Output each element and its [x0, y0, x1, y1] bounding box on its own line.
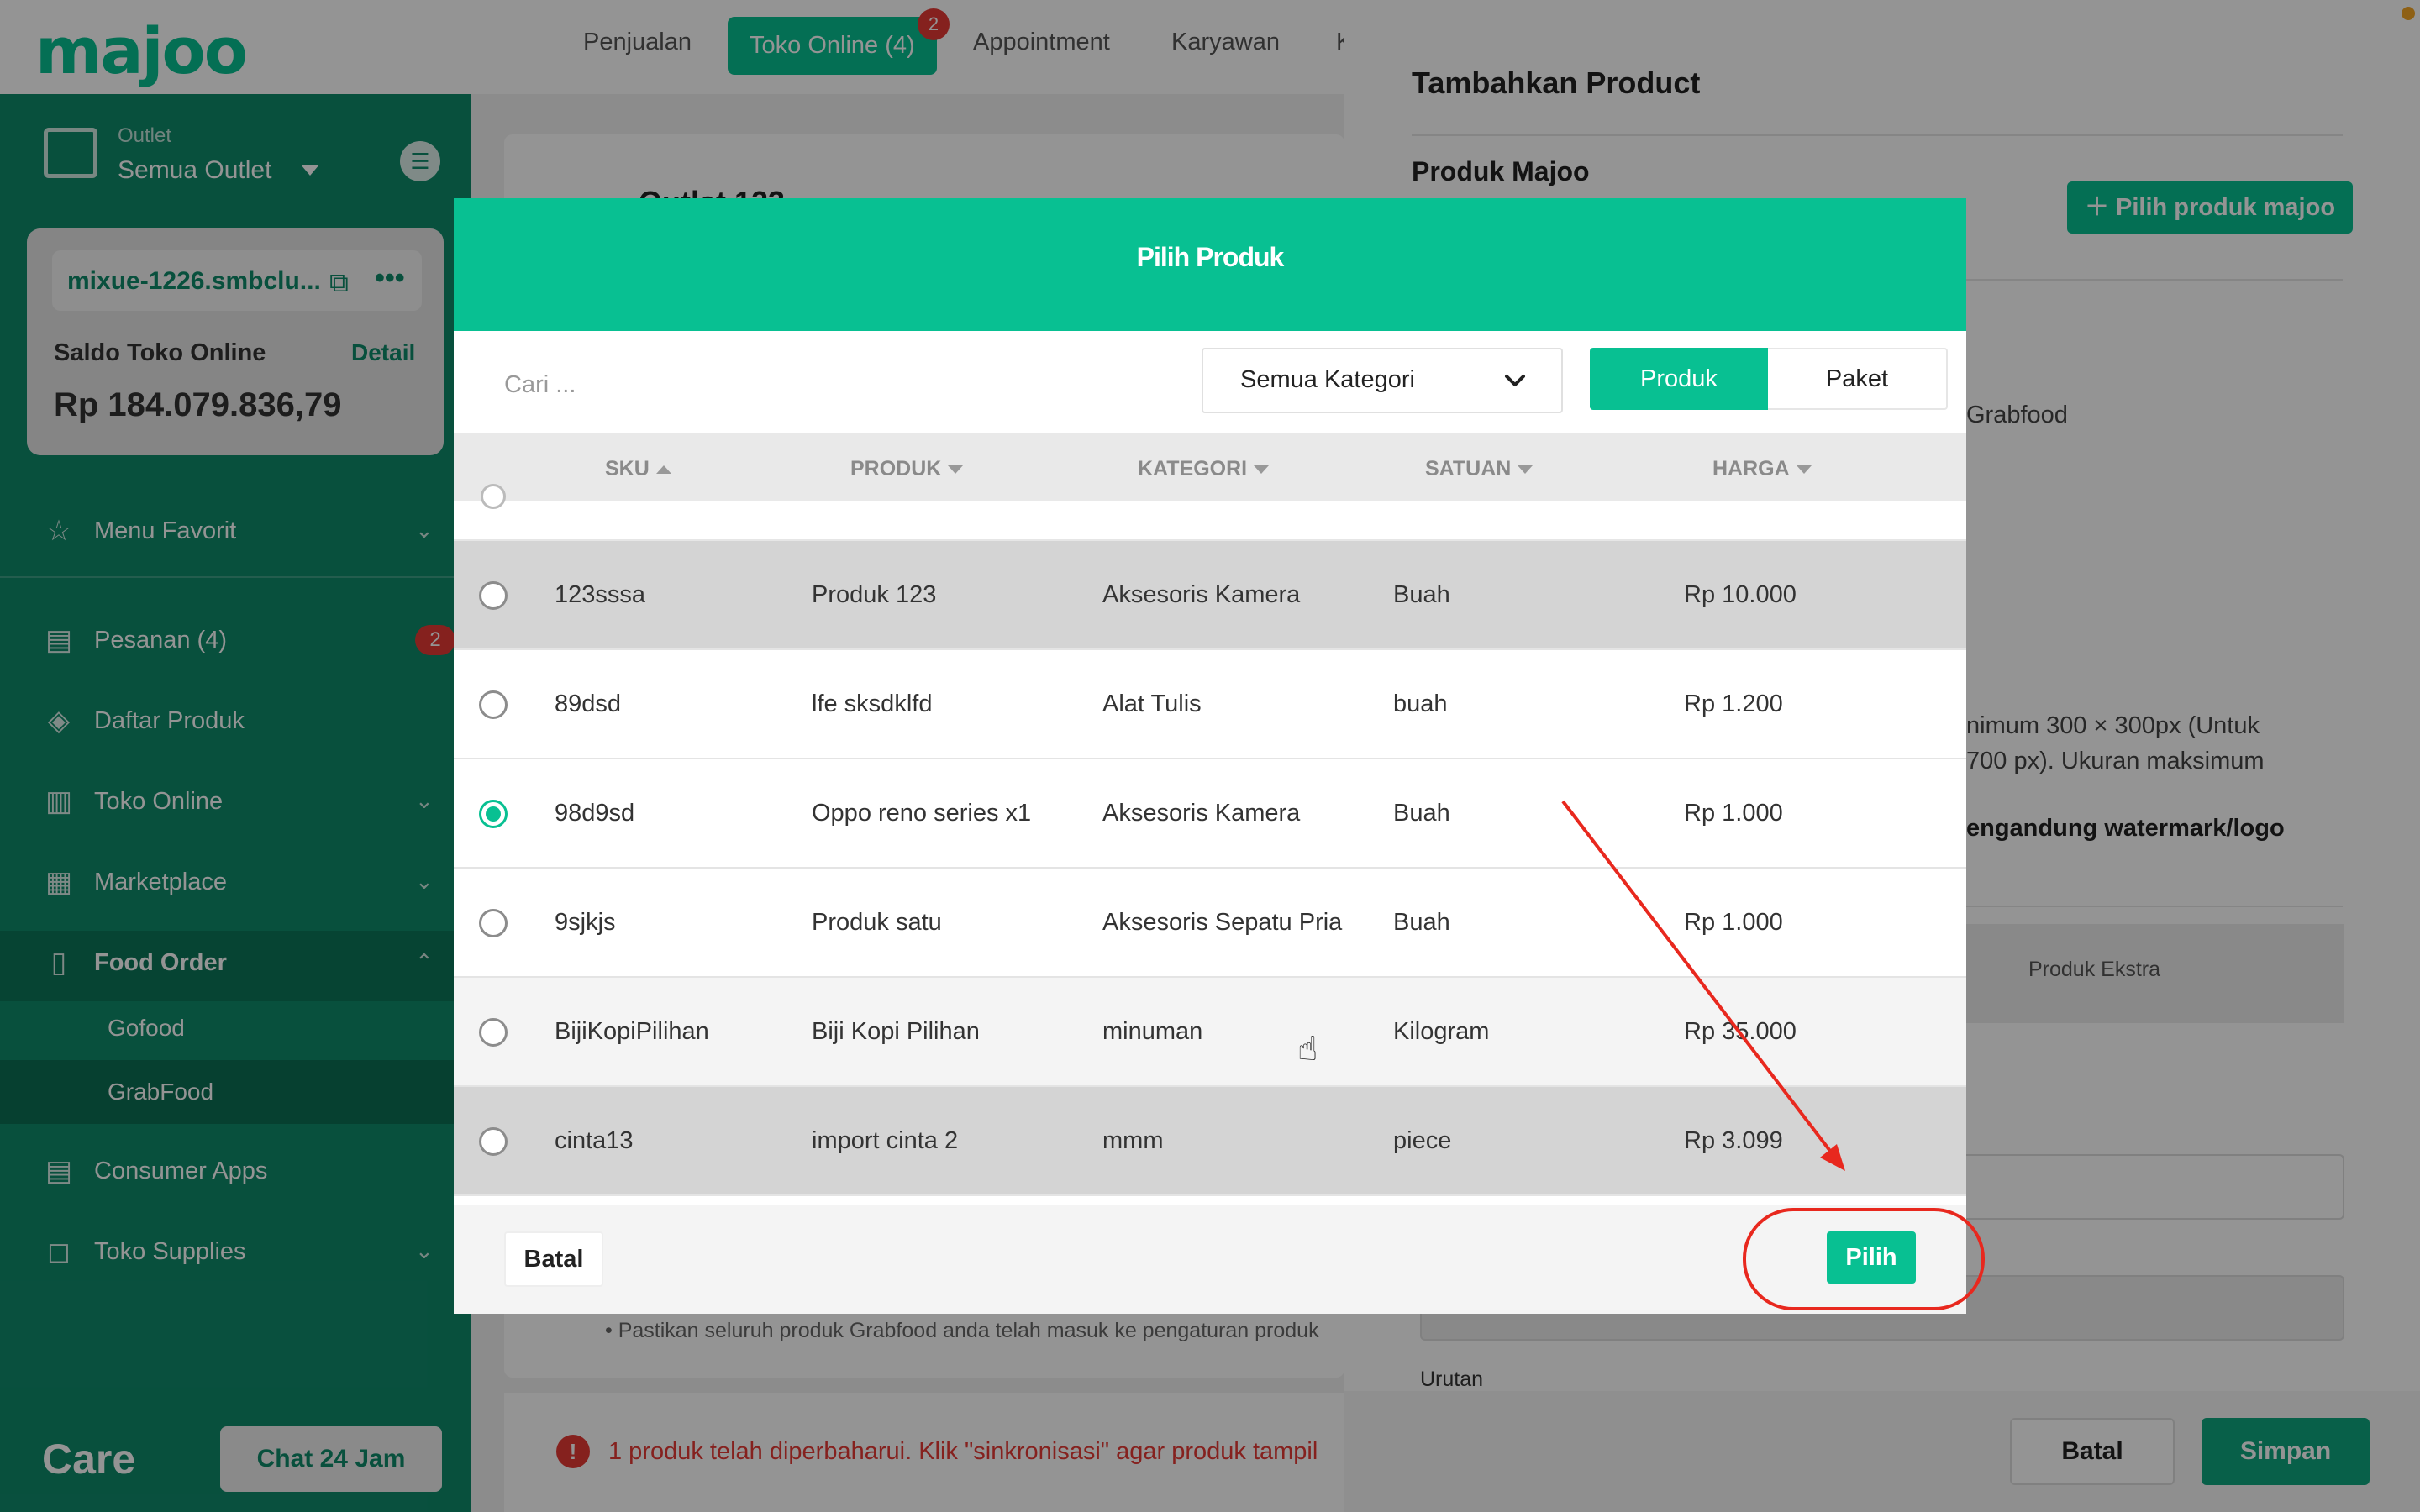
cell-satuan: Kilogram	[1393, 1018, 1490, 1045]
modal-cancel-button[interactable]: Batal	[504, 1231, 603, 1287]
row-radio[interactable]	[479, 909, 508, 937]
column-produk[interactable]: PRODUK	[850, 457, 964, 481]
cell-harga: Rp 35.000	[1684, 1018, 1797, 1045]
cell-satuan: Buah	[1393, 909, 1450, 936]
cell-harga: Rp 3.099	[1684, 1127, 1783, 1154]
cell-satuan: Buah	[1393, 581, 1450, 608]
row-radio-partial[interactable]	[481, 484, 506, 509]
segment-produk[interactable]: Produk	[1590, 348, 1768, 410]
cell-kategori: minuman	[1102, 1018, 1203, 1045]
cell-kategori: Aksesoris Kamera	[1102, 581, 1301, 608]
category-select-value: Semua Kategori	[1240, 366, 1415, 393]
column-satuan-label: SATUAN	[1425, 457, 1512, 480]
cell-satuan: piece	[1393, 1127, 1452, 1154]
cell-harga: Rp 1.200	[1684, 690, 1783, 717]
row-radio[interactable]	[479, 1127, 508, 1156]
sort-desc-icon	[1518, 465, 1534, 475]
cell-produk: Biji Kopi Pilihan	[812, 1018, 980, 1045]
column-harga[interactable]: HARGA	[1712, 457, 1812, 481]
cell-kategori: mmm	[1102, 1127, 1164, 1154]
column-harga-label: HARGA	[1712, 457, 1790, 480]
search-input[interactable]: Cari ...	[504, 371, 576, 399]
cell-satuan: Buah	[1393, 800, 1450, 827]
cell-produk: Produk satu	[812, 909, 942, 936]
table-row-partial	[454, 501, 1966, 541]
row-radio[interactable]	[479, 690, 508, 719]
modal-footer	[454, 1205, 1966, 1314]
cell-kategori: Alat Tulis	[1102, 690, 1202, 717]
row-radio-selected[interactable]	[479, 800, 508, 828]
sort-desc-icon	[948, 465, 964, 475]
cell-kategori: Aksesoris Sepatu Pria	[1102, 909, 1343, 936]
column-kategori-label: KATEGORI	[1138, 457, 1248, 480]
cell-sku: BijiKopiPilihan	[555, 1018, 709, 1045]
cell-produk: Oppo reno series x1	[812, 800, 1032, 827]
cell-satuan: buah	[1393, 690, 1448, 717]
cell-harga: Rp 10.000	[1684, 581, 1797, 608]
column-kategori[interactable]: KATEGORI	[1138, 457, 1270, 481]
cell-sku: 123sssa	[555, 581, 646, 608]
annotation-highlight-ellipse	[1743, 1208, 1985, 1310]
modal-title: Pilih Produk	[1136, 242, 1285, 272]
hand-cursor-icon: ☝	[1297, 1031, 1318, 1068]
column-satuan[interactable]: SATUAN	[1425, 457, 1534, 481]
column-produk-label: PRODUK	[850, 457, 942, 480]
cell-sku: 89dsd	[555, 690, 622, 717]
cell-sku: 9sjkjs	[555, 909, 616, 936]
cell-produk: Produk 123	[812, 581, 937, 608]
cell-sku: cinta13	[555, 1127, 634, 1154]
row-radio[interactable]	[479, 1018, 508, 1047]
segment-paket[interactable]: Paket	[1768, 348, 1948, 410]
cell-kategori: Aksesoris Kamera	[1102, 800, 1301, 827]
row-radio[interactable]	[479, 581, 508, 610]
column-sku-label: SKU	[605, 457, 650, 480]
cell-sku: 98d9sd	[555, 800, 635, 827]
column-sku[interactable]: SKU	[605, 457, 671, 481]
cell-produk: lfe sksdklfd	[812, 690, 933, 717]
cell-produk: import cinta 2	[812, 1127, 959, 1154]
sort-asc-icon	[655, 465, 671, 475]
cell-harga: Rp 1.000	[1684, 800, 1783, 827]
cell-harga: Rp 1.000	[1684, 909, 1783, 936]
sort-desc-icon	[1796, 465, 1812, 475]
sort-desc-icon	[1254, 465, 1270, 475]
chevron-down-icon[interactable]	[1504, 370, 1526, 391]
